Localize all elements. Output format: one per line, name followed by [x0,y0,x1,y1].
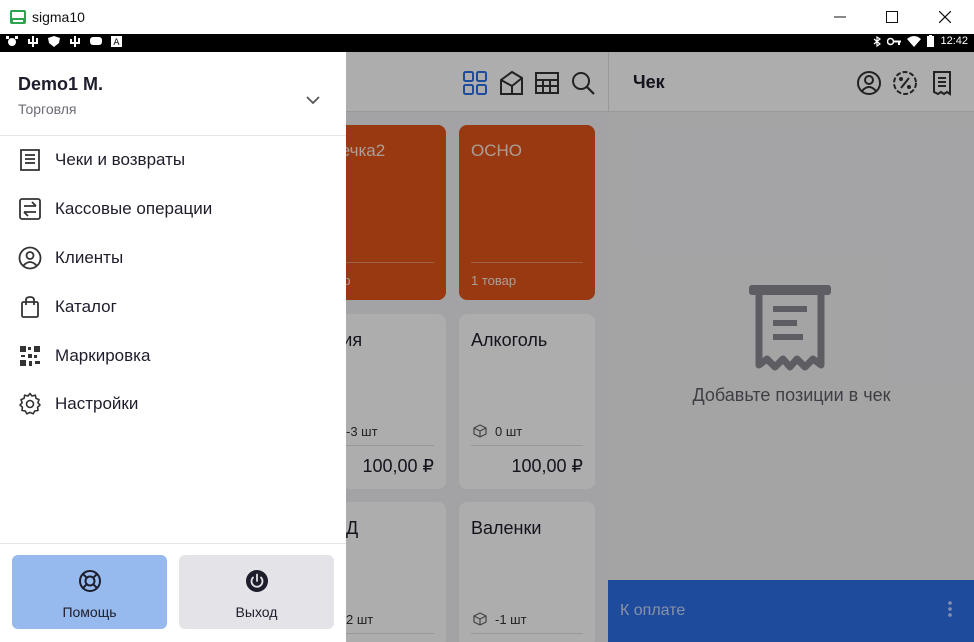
menu-label: Клиенты [55,248,124,267]
menu-item-cash-operations[interactable]: Кассовые операции [0,187,346,231]
drawer-divider [0,135,346,136]
minimize-button[interactable] [814,0,866,34]
status-time: 12:42 [940,35,968,47]
drawer-divider [0,543,346,544]
user-role: Торговля [18,101,77,117]
close-button[interactable] [919,0,971,34]
svg-text:A: A [113,38,120,47]
user-name: Demo1 M. [18,74,104,94]
bluetooth-icon [874,35,882,47]
alarm-icon [6,36,18,46]
message-icon [90,37,102,45]
minimize-icon [834,16,846,18]
close-icon [939,11,951,23]
menu-item-receipts[interactable]: Чеки и возвраты [0,138,346,182]
lifebuoy-icon [79,570,101,592]
user-icon [18,246,42,270]
a-icon: A [111,36,122,47]
navigation-drawer: Demo1 M. Торговля Чеки и возвраты Кассов… [0,52,346,642]
exit-button[interactable]: Выход [179,555,334,629]
menu-item-settings[interactable]: Настройки [0,382,346,426]
menu-item-catalog[interactable]: Каталог [0,285,346,329]
window-titlebar: sigma10 [0,0,974,34]
exit-label: Выход [235,604,278,620]
help-button[interactable]: Помощь [12,555,167,629]
barcode-icon [20,346,40,366]
app-area: Чек ипечка2 овар [0,52,974,642]
menu-item-marking[interactable]: Маркировка [0,334,346,378]
key-icon [887,37,902,45]
menu-label: Настройки [55,394,139,413]
maximize-button[interactable] [866,0,918,34]
screen: sigma10 A 12:42 Чек ипечка2 ОСНО 1 товар… [0,0,974,642]
gear-icon [19,392,41,415]
power-icon [246,570,268,592]
receipt-icon [20,149,40,171]
battery-icon [927,35,935,47]
menu-label: Чеки и возвраты [55,150,186,169]
android-statusbar: A 12:42 [0,34,974,52]
menu-label: Кассовые операции [55,199,213,218]
menu-item-clients[interactable]: Клиенты [0,236,346,280]
chevron-down-icon[interactable] [306,96,320,105]
menu-label: Каталог [55,297,117,316]
menu-label: Маркировка [55,346,151,365]
usb-icon [28,36,38,47]
app-icon [10,10,26,24]
window-title: sigma10 [32,9,85,25]
maximize-icon [886,11,898,23]
wifi-icon [907,35,922,47]
help-label: Помощь [62,604,117,620]
shield-icon [48,36,60,47]
bag-icon [21,296,39,318]
exchange-icon [19,198,41,220]
usb-icon [70,36,80,47]
